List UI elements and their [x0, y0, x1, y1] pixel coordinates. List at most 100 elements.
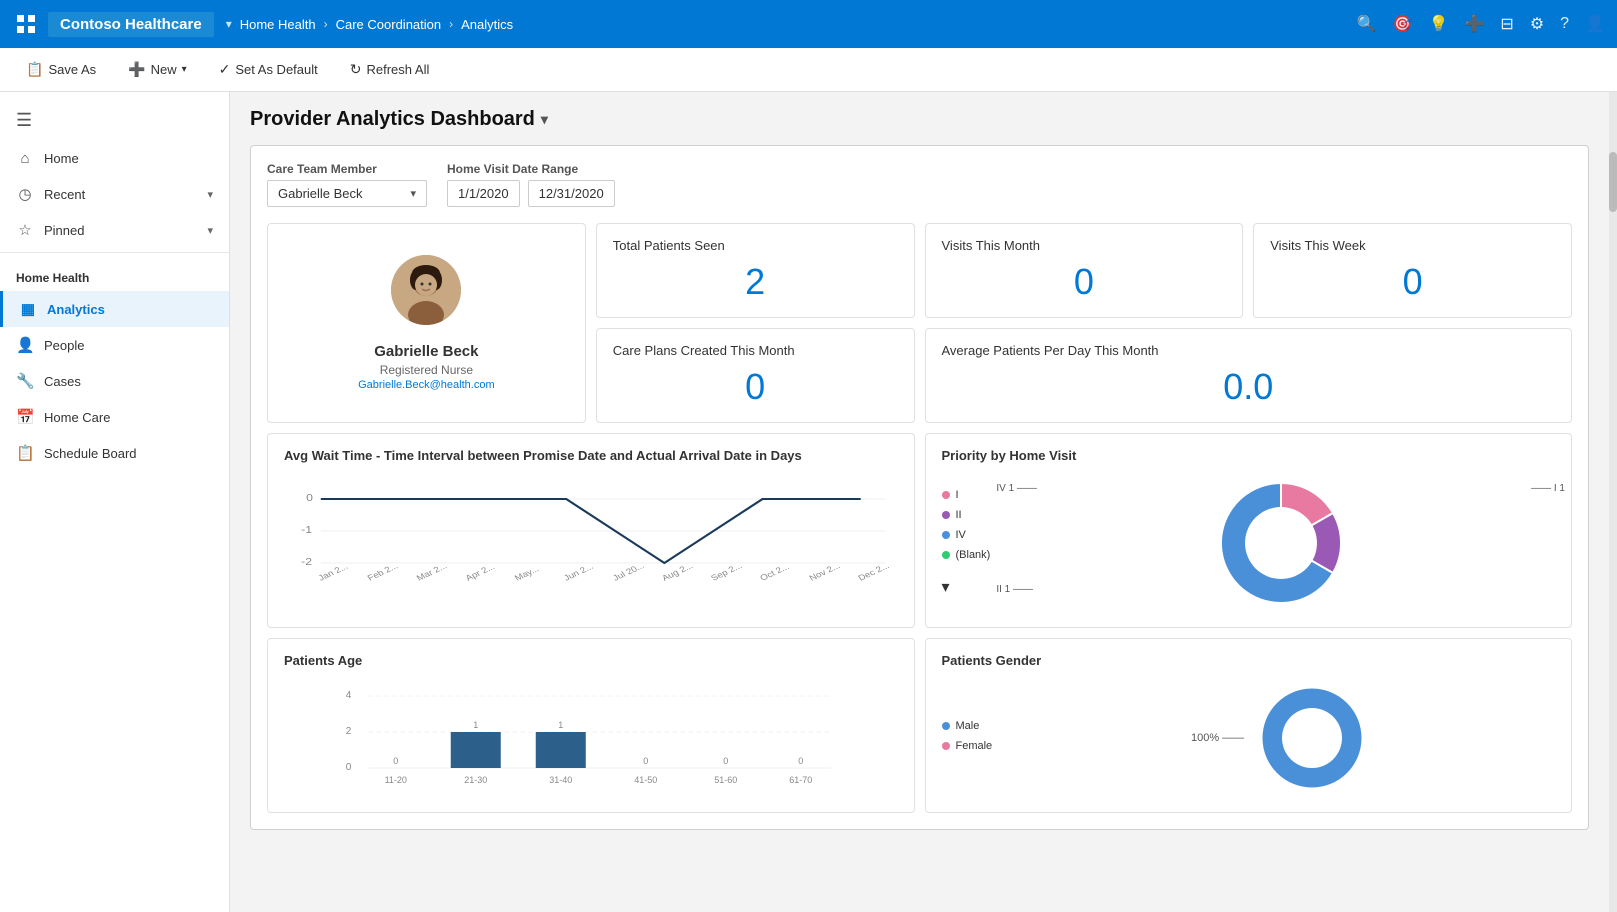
- toolbar: 📋 Save As ➕ New ▾ ✓ Set As Default ↻ Ref…: [0, 48, 1617, 92]
- svg-text:11-20: 11-20: [385, 775, 407, 785]
- svg-text:Oct 2...: Oct 2...: [758, 562, 791, 583]
- app-grid-icon[interactable]: [12, 10, 40, 38]
- care-team-label: Care Team Member: [267, 162, 427, 176]
- priority-donut-area: I II IV (Bl: [942, 473, 1556, 613]
- svg-text:-2: -2: [301, 557, 312, 568]
- priority-title: Priority by Home Visit: [942, 448, 1556, 463]
- scrollbar-thumb[interactable]: [1609, 152, 1617, 212]
- kpi-total-patients: Total Patients Seen 2: [596, 223, 915, 318]
- priority-donut-svg: [1211, 473, 1351, 613]
- gender-chart-card: Patients Gender Male Female: [925, 638, 1573, 813]
- recent-chevron-icon: ▾: [207, 188, 213, 201]
- filter-icon[interactable]: ⊟: [1500, 14, 1513, 34]
- nav-home-health[interactable]: Home Health: [236, 17, 320, 32]
- save-as-button[interactable]: 📋 Save As: [20, 57, 102, 82]
- nav-analytics[interactable]: Analytics: [457, 17, 517, 32]
- svg-text:0: 0: [798, 756, 803, 766]
- settings-icon[interactable]: ⚙: [1530, 14, 1544, 34]
- plus-icon[interactable]: ➕: [1465, 14, 1485, 34]
- profile-email: Gabrielle.Beck@health.com: [358, 379, 495, 391]
- priority-filter-icon[interactable]: ▾: [942, 577, 991, 597]
- search-icon[interactable]: 🔍: [1357, 14, 1377, 34]
- date-to-input[interactable]: 12/31/2020: [528, 180, 615, 207]
- app-logo[interactable]: Contoso Healthcare: [48, 12, 214, 37]
- people-icon: 👤: [16, 336, 34, 354]
- sidebar-item-cases[interactable]: 🔧 Cases: [0, 363, 229, 399]
- dashboard-container: Care Team Member Gabrielle Beck ▾ Home V…: [250, 145, 1589, 830]
- avg-wait-chart-svg: 0 -1 -2 Jan 2... Feb 2...: [284, 473, 898, 583]
- age-chart-area: 4 2 0 11-20 0: [284, 678, 898, 788]
- main-content: Provider Analytics Dashboard ▾ Care Team…: [230, 92, 1609, 912]
- new-icon: ➕: [128, 61, 145, 78]
- nav-arrow-1: ▾: [226, 17, 232, 31]
- gender-percent-label: 100% ——: [1191, 732, 1244, 744]
- avg-wait-title: Avg Wait Time - Time Interval between Pr…: [284, 448, 898, 463]
- legend-i: I: [942, 489, 991, 501]
- target-icon[interactable]: 🎯: [1393, 14, 1413, 34]
- svg-text:-1: -1: [301, 525, 312, 536]
- age-bar-31-40: [536, 732, 586, 768]
- gender-donut-area: Male Female 100% ——: [942, 678, 1556, 798]
- pin-icon: ☆: [16, 221, 34, 239]
- svg-text:2: 2: [346, 726, 352, 737]
- vertical-scrollbar[interactable]: [1609, 92, 1617, 912]
- help-icon[interactable]: ?: [1560, 15, 1569, 33]
- svg-text:Apr 2...: Apr 2...: [464, 562, 497, 583]
- dashboard-title[interactable]: Provider Analytics Dashboard ▾: [250, 108, 1589, 131]
- priority-donut-container: IV 1 —— —— I 1 II 1 ——: [1006, 473, 1555, 613]
- svg-text:1: 1: [558, 720, 563, 730]
- svg-text:Mar 2...: Mar 2...: [415, 561, 449, 582]
- svg-text:0: 0: [346, 762, 352, 773]
- legend-dot-male: [942, 722, 950, 730]
- svg-text:May...: May...: [513, 564, 541, 582]
- legend-female: Female: [942, 740, 993, 752]
- top-nav-icons: 🔍 🎯 💡 ➕ ⊟ ⚙ ? 👤: [1357, 14, 1605, 34]
- date-from-input[interactable]: 1/1/2020: [447, 180, 520, 207]
- care-team-chevron-icon: ▾: [410, 187, 416, 200]
- care-team-select[interactable]: Gabrielle Beck ▾: [267, 180, 427, 207]
- legend-iv: IV: [942, 529, 991, 541]
- profile-avatar: [391, 255, 461, 325]
- profile-name: Gabrielle Beck: [374, 343, 478, 360]
- sidebar-item-recent[interactable]: ◷ Recent ▾: [0, 176, 229, 212]
- svg-text:0: 0: [306, 493, 313, 504]
- svg-text:Jul 20...: Jul 20...: [611, 561, 646, 583]
- home-icon: ⌂: [16, 150, 34, 167]
- sidebar-item-home[interactable]: ⌂ Home: [0, 141, 229, 176]
- donut-label-ii1: II 1 ——: [996, 584, 1033, 595]
- gender-donut-svg: [1252, 678, 1372, 798]
- svg-text:41-50: 41-50: [634, 775, 657, 785]
- refresh-all-button[interactable]: ↻ Refresh All: [344, 57, 436, 82]
- new-button[interactable]: ➕ New ▾: [122, 57, 192, 82]
- legend-dot-ii: [942, 511, 950, 519]
- lightbulb-icon[interactable]: 💡: [1429, 14, 1449, 34]
- svg-text:Feb 2...: Feb 2...: [366, 561, 400, 582]
- avg-wait-time-chart-card: Avg Wait Time - Time Interval between Pr…: [267, 433, 915, 628]
- age-title: Patients Age: [284, 653, 898, 668]
- gender-title: Patients Gender: [942, 653, 1556, 668]
- schedule-icon: 📋: [16, 444, 34, 462]
- legend-dot-female: [942, 742, 950, 750]
- nav-care-coordination[interactable]: Care Coordination: [332, 17, 446, 32]
- user-icon[interactable]: 👤: [1585, 14, 1605, 34]
- svg-text:Jun 2...: Jun 2...: [562, 562, 595, 583]
- set-as-default-button[interactable]: ✓ Set As Default: [213, 57, 324, 82]
- sidebar-item-analytics[interactable]: ▦ Analytics: [0, 291, 229, 327]
- svg-text:Jan 2...: Jan 2...: [316, 562, 349, 583]
- refresh-icon: ↻: [350, 61, 362, 78]
- nav-arrow-2: ›: [324, 17, 328, 31]
- sidebar-item-people[interactable]: 👤 People: [0, 327, 229, 363]
- svg-text:0: 0: [723, 756, 728, 766]
- sidebar-item-pinned[interactable]: ☆ Pinned ▾: [0, 212, 229, 248]
- svg-text:0: 0: [643, 756, 648, 766]
- profile-card: Gabrielle Beck Registered Nurse Gabriell…: [267, 223, 586, 423]
- svg-text:Aug 2...: Aug 2...: [660, 561, 695, 583]
- filter-row: Care Team Member Gabrielle Beck ▾ Home V…: [267, 162, 1572, 207]
- age-bar-21-30: [451, 732, 501, 768]
- svg-text:0: 0: [393, 756, 398, 766]
- hamburger-icon[interactable]: ☰: [0, 100, 229, 141]
- sidebar-item-home-care[interactable]: 📅 Home Care: [0, 399, 229, 435]
- svg-text:Dec 2...: Dec 2...: [856, 561, 891, 582]
- sidebar-item-schedule-board[interactable]: 📋 Schedule Board: [0, 435, 229, 471]
- svg-text:21-30: 21-30: [464, 775, 487, 785]
